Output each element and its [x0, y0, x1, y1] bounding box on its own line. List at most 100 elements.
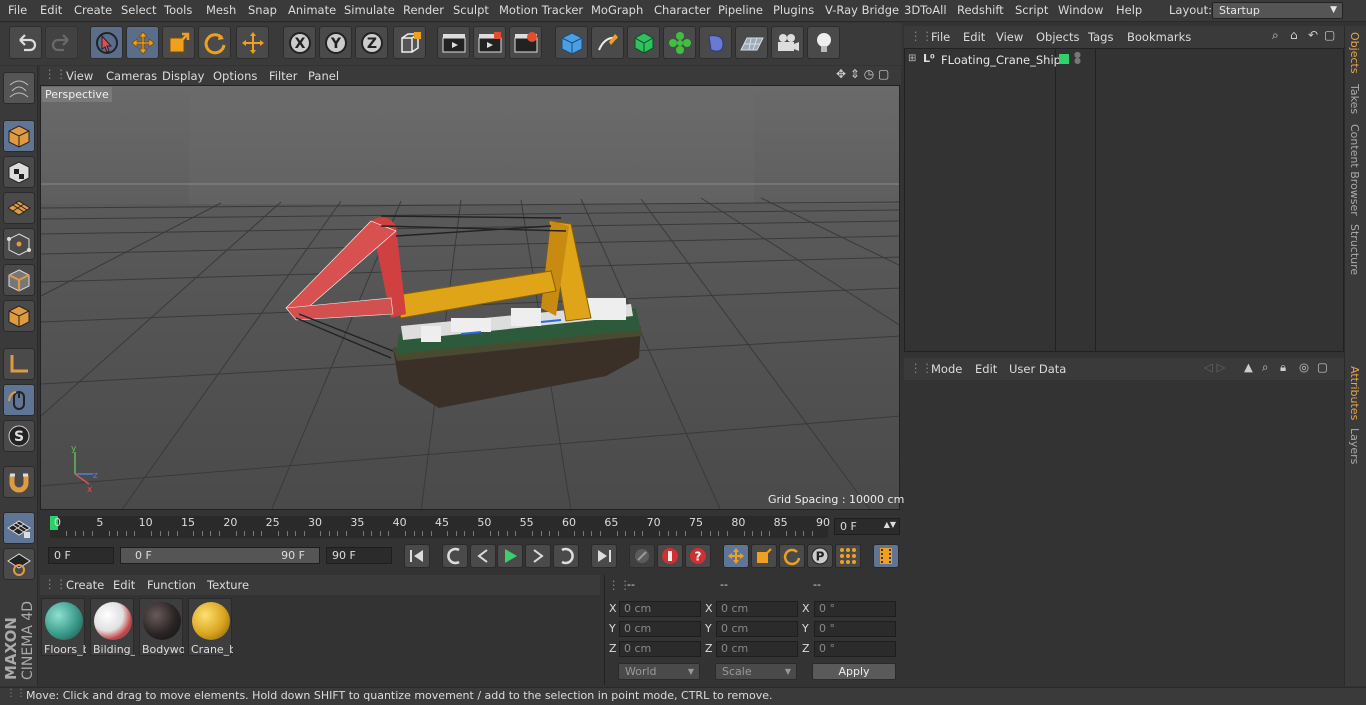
rotation-h-field[interactable]: 0 ° — [814, 601, 896, 617]
menu-character[interactable]: Character — [654, 3, 711, 17]
vp-menu-filter[interactable]: Filter — [269, 69, 297, 83]
frame-range-slider[interactable]: 0 F 90 F — [120, 547, 320, 564]
y-axis-button[interactable]: Y — [319, 26, 352, 59]
obj-menu-bookmarks[interactable]: Bookmarks — [1127, 30, 1191, 44]
tab-objects[interactable]: Objects — [1348, 32, 1361, 74]
search-icon[interactable]: ⌕ — [1262, 360, 1268, 375]
lock-icon[interactable]: 🔒︎ — [1280, 360, 1286, 375]
home-icon[interactable]: ⌂ — [1290, 28, 1298, 42]
material-swatch[interactable]: Floors_b — [41, 598, 86, 656]
menu-create[interactable]: Create — [74, 3, 112, 17]
points-mode-button[interactable] — [3, 228, 35, 260]
position-y-field[interactable]: 0 cm — [619, 621, 701, 637]
obj-menu-edit[interactable]: Edit — [963, 30, 985, 44]
vp-menu-view[interactable]: View — [66, 69, 93, 83]
visibility-dots-icon[interactable]: ● ● — [1074, 51, 1081, 65]
record-keys-button[interactable] — [629, 544, 655, 568]
attr-menu-mode[interactable]: Mode — [931, 362, 962, 376]
attr-menu-edit[interactable]: Edit — [975, 362, 997, 376]
live-selection-button[interactable] — [90, 26, 123, 59]
tab-takes[interactable]: Takes — [1348, 84, 1361, 114]
menu-snap[interactable]: Snap — [248, 3, 277, 17]
target-icon[interactable]: ◎ — [1299, 360, 1309, 374]
subdivision-button[interactable] — [627, 26, 660, 59]
edges-mode-button[interactable] — [3, 264, 35, 296]
cube-button[interactable] — [555, 26, 588, 59]
key-pla-button[interactable] — [835, 544, 861, 568]
workplane-mode-button[interactable] — [3, 192, 35, 224]
material-swatch[interactable]: Bilding_ — [90, 598, 135, 656]
timeline-window-button[interactable] — [873, 544, 899, 568]
menu-help[interactable]: Help — [1116, 3, 1142, 17]
coordinate-system-dropdown[interactable]: World ▼ — [618, 663, 700, 680]
rotation-b-field[interactable]: 0 ° — [814, 641, 896, 657]
axis-mode-button[interactable] — [3, 348, 35, 380]
material-swatch[interactable]: Crane_b — [188, 598, 233, 656]
menu-simulate[interactable]: Simulate — [344, 3, 395, 17]
menu-plugins[interactable]: Plugins — [773, 3, 814, 17]
transform-button[interactable] — [236, 26, 269, 59]
obj-menu-objects[interactable]: Objects — [1036, 30, 1079, 44]
autokey-button[interactable] — [657, 544, 683, 568]
menu-mesh[interactable]: Mesh — [206, 3, 236, 17]
menu-motion-tracker[interactable]: Motion Tracker — [499, 3, 583, 17]
back-icon[interactable]: ↶ — [1308, 28, 1318, 42]
z-axis-button[interactable]: Z — [355, 26, 388, 59]
key-rotation-button[interactable] — [779, 544, 805, 568]
magnet-button[interactable] — [3, 466, 35, 498]
apply-button[interactable]: Apply — [812, 663, 896, 680]
menu-mograph[interactable]: MoGraph — [591, 3, 643, 17]
pointer-icon[interactable]: ▲ — [1244, 360, 1253, 374]
vp-menu-display[interactable]: Display — [162, 69, 204, 83]
camera-button[interactable] — [771, 26, 804, 59]
model-mode-button[interactable] — [3, 120, 35, 152]
render-view-button[interactable] — [437, 26, 470, 59]
menu-select[interactable]: Select — [121, 3, 156, 17]
floor-button[interactable] — [735, 26, 768, 59]
vp-menu-options[interactable]: Options — [213, 69, 257, 83]
expand-icon[interactable]: ⊞ — [908, 53, 916, 64]
object-name[interactable]: FLoating_Crane_Ship — [941, 53, 1061, 67]
viewport-nav-icons[interactable]: ✥ ⇕ ◷ ▢ — [836, 67, 889, 81]
move-button[interactable] — [126, 26, 159, 59]
menu-file[interactable]: File — [8, 3, 27, 17]
search-icon[interactable]: ⌕ — [1272, 28, 1279, 43]
new-window-icon[interactable]: ▢ — [1317, 360, 1328, 374]
layout-dropdown[interactable]: Startup ▼ — [1212, 2, 1343, 19]
obj-menu-view[interactable]: View — [996, 30, 1023, 44]
world-coordinate-button[interactable] — [393, 26, 426, 59]
mat-menu-texture[interactable]: Texture — [207, 578, 249, 592]
vp-menu-panel[interactable]: Panel — [308, 69, 339, 83]
next-frame-button[interactable] — [525, 544, 551, 568]
menu-animate[interactable]: Animate — [288, 3, 336, 17]
edit-render-settings-button[interactable] — [509, 26, 542, 59]
pen-button[interactable] — [591, 26, 624, 59]
rotation-p-field[interactable]: 0 ° — [814, 621, 896, 637]
rotate-button[interactable] — [198, 26, 231, 59]
tweak-mode-button[interactable] — [3, 384, 35, 416]
material-swatch[interactable]: Bodywo — [139, 598, 184, 656]
menu-3dtoall[interactable]: 3DToAll — [904, 3, 947, 17]
menu-redshift[interactable]: Redshift — [957, 3, 1004, 17]
key-parameter-button[interactable]: P — [807, 544, 833, 568]
new-window-icon[interactable]: ▢ — [1324, 28, 1335, 42]
key-position-button[interactable] — [723, 544, 749, 568]
mat-menu-function[interactable]: Function — [147, 578, 196, 592]
menu-edit[interactable]: Edit — [40, 3, 62, 17]
menu-vray-bridge[interactable]: V-Ray Bridge — [825, 3, 899, 17]
grid-snap-button[interactable] — [3, 548, 35, 580]
position-z-field[interactable]: 0 cm — [619, 641, 701, 657]
history-arrows-icon[interactable]: ◁ ▷ — [1204, 360, 1225, 374]
play-button[interactable] — [497, 544, 523, 568]
light-button[interactable] — [807, 26, 840, 59]
keyframe-selection-button[interactable]: ? — [685, 544, 711, 568]
deformer-button[interactable] — [699, 26, 732, 59]
perspective-viewport[interactable]: y z x — [40, 85, 900, 510]
redo-button[interactable] — [45, 26, 78, 59]
mat-menu-create[interactable]: Create — [66, 578, 104, 592]
tab-attributes[interactable]: Attributes — [1348, 366, 1361, 420]
snap-button[interactable]: S — [3, 420, 35, 452]
menu-render[interactable]: Render — [403, 3, 444, 17]
texture-mode-button[interactable] — [3, 156, 35, 188]
grid-lock-button[interactable] — [3, 512, 35, 544]
